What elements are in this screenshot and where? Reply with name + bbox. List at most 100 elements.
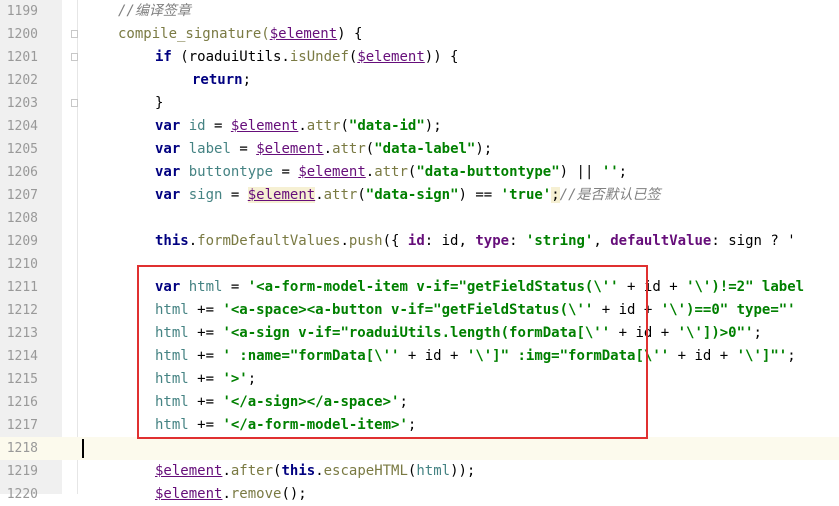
code-token: )) { [424, 49, 459, 65]
code-line[interactable]: 1205 var label = $element.attr("data-labe… [0, 138, 839, 161]
code-line[interactable]: 1207 var sign = $element.attr("data-sign"… [0, 184, 839, 207]
line-number: 1217 [6, 418, 38, 433]
code-token: 'string' [525, 233, 594, 249]
code-token: ) == [458, 187, 501, 203]
code-token: ; [242, 72, 252, 88]
code-token: $element [298, 164, 366, 180]
code-token: . [188, 233, 198, 249]
code-line[interactable]: 1203} [0, 92, 839, 115]
code-token: . [315, 187, 324, 203]
code-text: if (roaduiUtils.isUndef($element)) { [155, 46, 458, 69]
code-token: $element [269, 26, 338, 42]
code-token: (roaduiUtils. [171, 49, 290, 65]
code-token: ( [365, 141, 375, 157]
code-token: buttontype [188, 164, 274, 180]
line-number: 1208 [6, 211, 38, 226]
code-token: attr [332, 141, 366, 157]
code-token: $element [357, 49, 425, 65]
code-token: var [155, 187, 181, 203]
code-token: $element [256, 141, 324, 157]
code-token: html [416, 463, 451, 479]
line-number: 1214 [6, 349, 38, 364]
code-text: compile_signature($element) { [118, 23, 362, 46]
line-number: 1199 [6, 4, 38, 19]
annotation-highlight-box [137, 265, 648, 439]
line-number: 1202 [6, 73, 38, 88]
code-token: formDefaultValues [197, 233, 341, 249]
line-number: 1206 [6, 165, 38, 180]
code-token: compile_signature( [118, 26, 270, 42]
code-token: id [407, 233, 425, 249]
code-token: push [348, 233, 383, 249]
code-token: after [230, 463, 274, 479]
code-token: = [222, 187, 248, 203]
code-token: (); [281, 486, 307, 502]
fold-marker-icon[interactable] [71, 99, 78, 107]
code-token: '\']"' [736, 348, 788, 364]
code-token: 'true' [500, 187, 552, 203]
text-cursor [82, 439, 84, 458]
code-token: '\'])>0"' [677, 325, 754, 341]
code-line[interactable]: 1201 if (roaduiUtils.isUndef($element)) { [0, 46, 839, 69]
code-token: ({ [382, 233, 408, 249]
code-line[interactable]: 1218 [0, 437, 839, 460]
code-token: . [340, 233, 349, 249]
code-token: '' [601, 164, 619, 180]
code-token: var [155, 164, 181, 180]
code-line[interactable]: 1219 $element.after(this.escapeHTML(html)… [0, 460, 839, 483]
code-token: isUndef [289, 49, 349, 65]
code-token: type [475, 233, 510, 249]
code-token: this [281, 463, 316, 479]
code-token: $element [247, 187, 316, 203]
code-token: '\')!=2" label [686, 279, 805, 295]
code-line[interactable]: 1199 //编译签章 [0, 0, 839, 23]
code-token: ; [753, 325, 762, 341]
code-token: . [365, 164, 375, 180]
code-text: $element.remove(); [155, 483, 307, 506]
code-token: $element [230, 118, 299, 134]
code-token: ; [787, 348, 796, 364]
line-number: 1220 [6, 487, 38, 502]
code-line[interactable]: 1209 this.formDefaultValues.push({ id: id… [0, 230, 839, 253]
code-text: var id = $element.attr("data-id"); [155, 115, 442, 138]
code-line[interactable]: 1202 return; [0, 69, 839, 92]
code-token: ); [475, 141, 493, 157]
code-line[interactable]: 1200 compile_signature($element) { [0, 23, 839, 46]
line-number: 1219 [6, 464, 38, 479]
code-line[interactable]: 1208 [0, 207, 839, 230]
line-number: 1215 [6, 372, 38, 387]
line-number: 1201 [6, 50, 38, 65]
line-number: 1211 [6, 280, 38, 295]
fold-marker-icon[interactable] [71, 53, 78, 61]
code-text: //编译签章 [118, 0, 191, 23]
code-token: + id + [669, 348, 737, 364]
code-token: sign [188, 187, 223, 203]
code-token: return [192, 72, 243, 88]
fold-marker-icon[interactable] [71, 30, 78, 38]
code-token: var [155, 141, 181, 157]
code-token: defaultValue [610, 233, 712, 249]
code-token: )); [450, 463, 476, 479]
line-number: 1216 [6, 395, 38, 410]
code-line[interactable]: 1204 var id = $element.attr("data-id"); [0, 115, 839, 138]
code-text: var buttontype = $element.attr("data-but… [155, 161, 627, 184]
code-token: "data-sign" [365, 187, 459, 203]
code-token: ) { [337, 26, 363, 42]
code-token: if [155, 49, 172, 65]
line-number: 1205 [6, 142, 38, 157]
code-token: //编译签章 [118, 3, 191, 19]
line-number: 1203 [6, 96, 38, 111]
code-token: remove [230, 486, 282, 502]
code-token: label [188, 141, 231, 157]
code-token: . [323, 141, 333, 157]
code-token: $element [155, 463, 223, 479]
code-line[interactable]: 1220 $element.remove(); [0, 483, 839, 506]
code-token: = [205, 118, 231, 134]
code-token: "data-label" [374, 141, 476, 157]
code-line[interactable]: 1206 var buttontype = $element.attr("data… [0, 161, 839, 184]
code-token: = [230, 141, 257, 157]
code-token: . [315, 463, 324, 479]
